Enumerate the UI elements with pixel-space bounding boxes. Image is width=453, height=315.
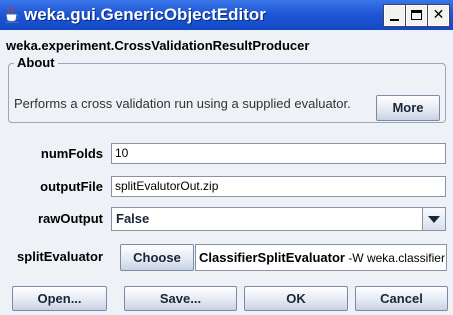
rawoutput-dropdown[interactable]: False [111, 207, 446, 231]
about-title: About [14, 55, 58, 70]
object-class-name: weka.experiment.CrossValidationResultPro… [6, 38, 310, 53]
close-icon: ✕ [432, 7, 445, 23]
about-text: Performs a cross validation run using a … [14, 96, 351, 111]
choose-button[interactable]: Choose [120, 244, 194, 271]
outputfile-label: outputFile [40, 179, 103, 194]
maximize-icon [411, 10, 422, 20]
ok-button[interactable]: OK [244, 286, 348, 311]
maximize-button[interactable] [405, 4, 428, 27]
outputfile-field[interactable]: splitEvalutorOut.zip [111, 176, 446, 197]
rawoutput-label: rawOutput [38, 211, 103, 226]
splitevaluator-label: splitEvaluator [17, 249, 103, 264]
splitevaluator-field[interactable]: ClassifierSplitEvaluator -W weka.classif… [195, 244, 447, 271]
minimize-icon [390, 19, 399, 21]
window-title: weka.gui.GenericObjectEditor [24, 5, 266, 24]
numfolds-field[interactable]: 10 [111, 143, 446, 164]
cancel-button[interactable]: Cancel [355, 286, 448, 311]
title-bar[interactable]: weka.gui.GenericObjectEditor ✕ [0, 0, 453, 30]
open-button[interactable]: Open... [12, 286, 107, 311]
close-button[interactable]: ✕ [427, 4, 450, 27]
dropdown-arrow-button[interactable] [422, 208, 445, 230]
chevron-down-icon [428, 216, 440, 223]
splitevaluator-options: -W weka.classifier [344, 251, 445, 265]
more-button[interactable]: More [376, 95, 440, 121]
minimize-button[interactable] [383, 4, 406, 27]
numfolds-label: numFolds [40, 146, 103, 161]
generic-object-editor-window: weka.gui.GenericObjectEditor ✕ weka.expe… [0, 0, 453, 315]
save-button[interactable]: Save... [124, 286, 237, 311]
java-coffee-icon [5, 6, 20, 24]
rawoutput-value: False [116, 211, 150, 226]
splitevaluator-class: ClassifierSplitEvaluator [199, 250, 345, 265]
